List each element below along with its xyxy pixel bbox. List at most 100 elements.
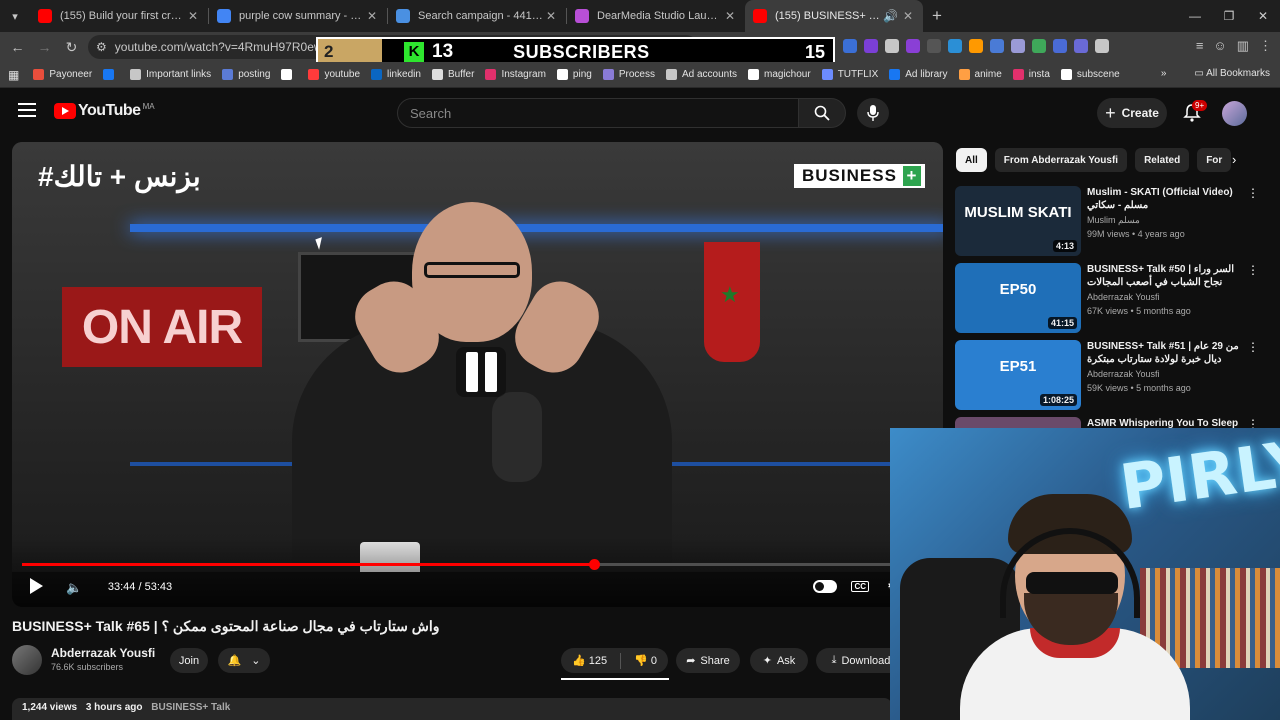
guide-menu-icon[interactable] [18,103,36,117]
close-tab-icon[interactable]: ✕ [723,9,737,23]
sidebar-icon[interactable]: ▥ [1237,38,1249,54]
extension-icon[interactable] [1053,39,1067,53]
all-bookmarks-button[interactable]: ▭ All Bookmarks [1194,68,1270,79]
volume-icon[interactable]: 🔈 [66,580,82,596]
extension-icon[interactable] [927,39,941,53]
close-tab-icon[interactable]: ✕ [186,9,200,23]
search-button[interactable] [798,98,846,128]
recommended-channel[interactable]: Abderrazak Yousfi [1087,369,1160,379]
video-thumbnail[interactable]: MUSLIM SKATI 4:13 [955,186,1081,256]
bookmark-item[interactable]: linkedin [371,69,421,80]
browser-tab[interactable]: Search campaign - 441-976-65✕ [388,0,566,32]
menu-dots-icon[interactable]: ⋮ [1259,38,1272,54]
bookmark-item[interactable]: Buffer [431,69,474,80]
subscription-bell-button[interactable]: 🔔 ⌄ [218,648,270,673]
extension-icon[interactable] [1074,39,1088,53]
bookmark-item[interactable]: youtube [308,69,360,80]
bookmark-item[interactable]: Important links [130,69,211,80]
filter-chip[interactable]: All [956,148,987,172]
recommended-channel[interactable]: Abderrazak Yousfi [1087,292,1160,302]
browser-tab[interactable]: purple cow summary - Google✕ [209,0,387,32]
join-button[interactable]: Join [170,648,208,673]
channel-avatar[interactable] [12,645,42,675]
create-button[interactable]: + Create [1097,98,1167,128]
bookmark-item[interactable]: Process [602,69,655,80]
extension-icon[interactable] [885,39,899,53]
autoplay-toggle[interactable] [813,579,838,593]
recommended-title[interactable]: Muslim - SKATI (Official Video) مسلم - س… [1087,186,1247,212]
extension-icon[interactable] [843,39,857,53]
recommended-video[interactable]: MUSLIM SKATI 4:13 Muslim - SKATI (Official… [955,186,1265,258]
restore-icon[interactable]: ❐ [1212,0,1246,32]
video-player[interactable]: ON AIR #بزنس + تالك BUSINESS + 🔈 33:44 / … [12,142,943,607]
profile-icon[interactable]: ☺ [1213,38,1226,54]
video-thumbnail[interactable]: EP51 1:08:25 [955,340,1081,410]
recommended-channel[interactable]: Muslim مسلم [1087,215,1140,226]
audio-icon[interactable]: 🔊 [883,9,898,23]
search-input[interactable]: Search [397,98,799,128]
filter-chip[interactable]: Related [1135,148,1190,172]
bookmark-item[interactable]: TUTFLIX [821,69,878,80]
close-tab-icon[interactable]: ✕ [901,9,915,23]
bookmark-item[interactable]: anime [958,69,1002,80]
bookmark-item[interactable]: Ad accounts [665,69,737,80]
description-box[interactable]: 1,244 views 3 hours ago BUSINESS+ Talk [12,698,892,720]
more-actions-icon[interactable]: ⋮ [1247,186,1259,200]
youtube-logo[interactable]: YouTube MA [54,102,155,120]
filter-chip[interactable]: From Abderrazak Yousfi [994,148,1128,172]
more-actions-icon[interactable]: ⋮ [1247,263,1259,277]
filter-chip[interactable]: For [1197,148,1232,172]
close-window-icon[interactable]: ✕ [1246,0,1280,32]
forward-icon[interactable]: → [31,39,58,55]
hashtag-link[interactable]: BUSINESS+ Talk [151,702,230,713]
apps-grid-icon[interactable]: ▦ [8,68,19,82]
extension-icon[interactable] [864,39,878,53]
bookmark-item[interactable]: insta [1012,69,1050,80]
bookmark-item[interactable]: ping [556,69,592,80]
chevron-right-icon[interactable]: › [1232,152,1236,167]
extension-icon[interactable] [948,39,962,53]
bookmark-item[interactable]: Ad library [889,69,948,80]
progress-bar[interactable] [22,559,933,570]
bookmark-item[interactable] [103,69,119,80]
back-icon[interactable]: ← [4,39,31,55]
video-thumbnail[interactable]: EP50 41:15 [955,263,1081,333]
extension-icon[interactable] [1032,39,1046,53]
more-bookmarks-icon[interactable]: » [1161,68,1167,79]
more-actions-icon[interactable]: ⋮ [1247,340,1259,354]
ask-button[interactable]: ✦ Ask [750,648,808,673]
bookmark-item[interactable]: Instagram [485,69,546,80]
close-tab-icon[interactable]: ✕ [365,9,379,23]
close-tab-icon[interactable]: ✕ [544,9,558,23]
extension-icon[interactable] [1011,39,1025,53]
bookmark-item[interactable]: Payoneer [33,69,92,80]
account-avatar[interactable] [1222,101,1247,126]
tab-search-icon[interactable]: ▾ [0,0,30,32]
play-icon[interactable] [30,578,43,594]
voice-search-button[interactable] [857,98,889,128]
extension-icon[interactable] [990,39,1004,53]
recommended-title[interactable]: BUSINESS+ Talk #51 | من 29 عام ديال خبرة… [1087,340,1247,366]
recommended-title[interactable]: BUSINESS+ Talk #50 | السر وراء نجاح الشب… [1087,263,1247,289]
minimize-icon[interactable]: — [1178,0,1212,32]
browser-tab[interactable]: (155) BUSINESS+ Talk #65 |🔊✕ [745,0,923,32]
captions-icon[interactable]: CC [851,580,869,592]
share-button[interactable]: ➦ Share [676,648,740,673]
channel-name[interactable]: Abderrazak Yousfi [51,646,155,660]
pause-overlay-icon[interactable] [456,347,506,397]
bookmark-item[interactable] [281,69,297,80]
reload-icon[interactable]: ↻ [58,39,85,56]
extension-icon[interactable] [969,39,983,53]
extensions-puzzle-icon[interactable] [1095,39,1109,53]
recommended-video[interactable]: EP50 41:15 BUSINESS+ Talk #50 | السر وراء … [955,263,1265,335]
extension-icon[interactable] [906,39,920,53]
bookmark-item[interactable]: subscene [1060,69,1120,80]
bookmark-item[interactable]: magichour [748,69,811,80]
new-tab-button[interactable]: + [923,6,951,26]
browser-tab[interactable]: DearMedia Studio Launch - Lo✕ [567,0,745,32]
like-button[interactable]: 👍 125 [572,654,607,667]
bookmark-item[interactable]: posting [222,69,270,80]
dislike-button[interactable]: 👎 0 [634,654,657,667]
reading-list-icon[interactable]: ≡ [1196,38,1204,54]
browser-tab[interactable]: (155) Build your first creative A✕ [30,0,208,32]
